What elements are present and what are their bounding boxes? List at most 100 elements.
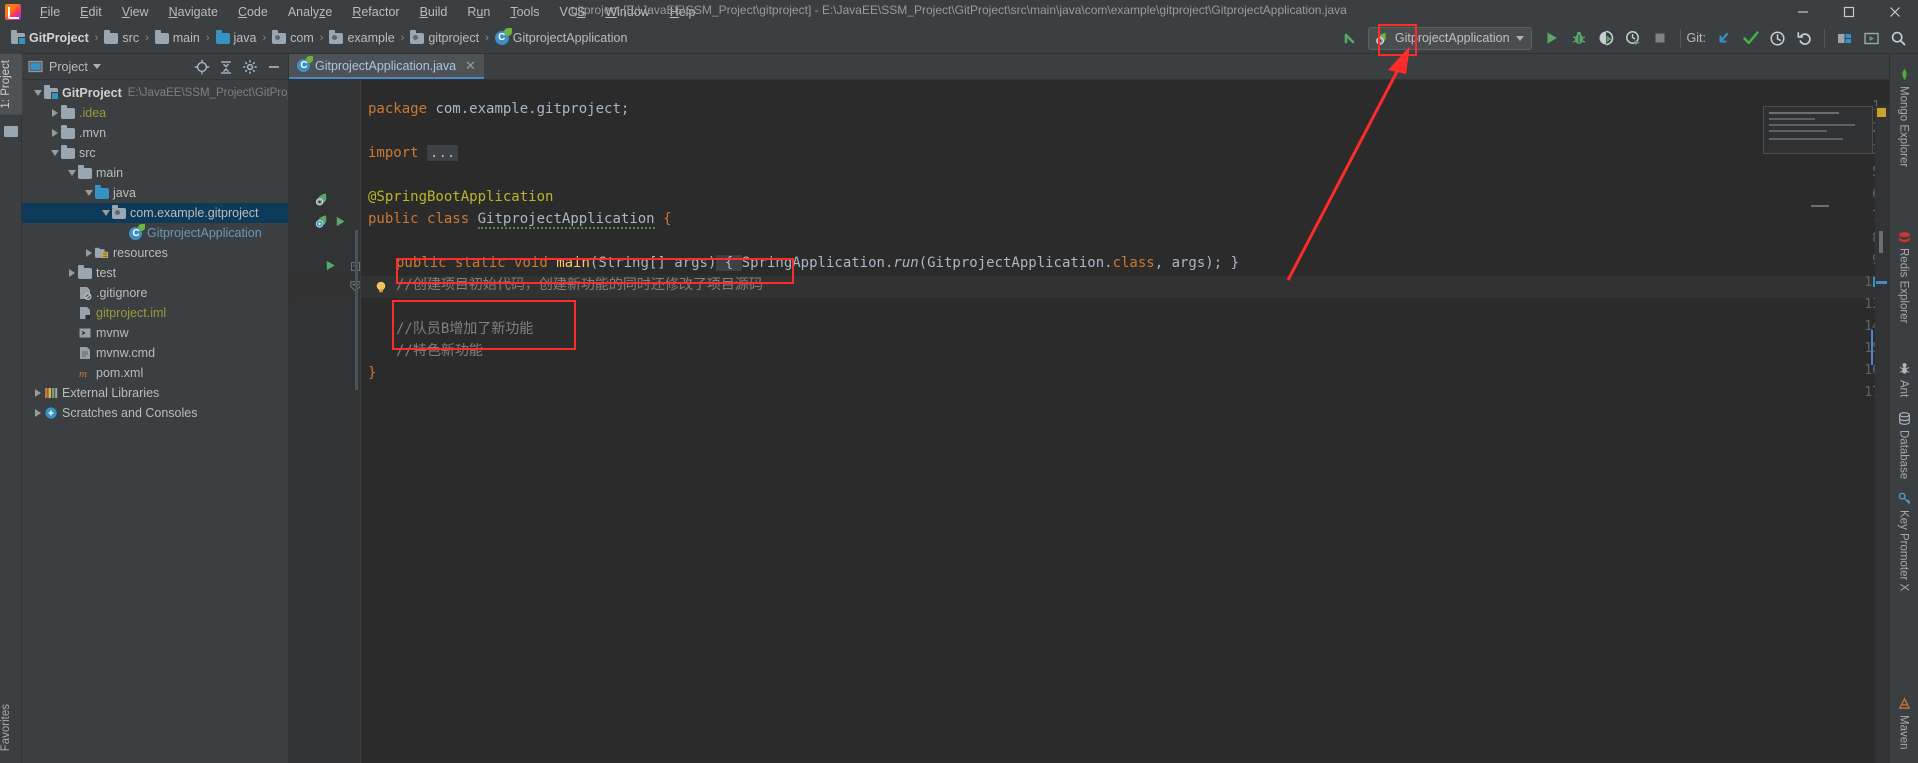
scrollbar-thumb[interactable]	[1879, 231, 1883, 253]
sidebar-tab-database[interactable]: Database	[1890, 404, 1917, 486]
run-with-coverage-button[interactable]	[1593, 25, 1620, 52]
chevron-right-icon[interactable]	[49, 103, 61, 123]
tree-item-idea[interactable]: .idea	[22, 103, 288, 123]
project-structure-button[interactable]	[1831, 25, 1858, 52]
back-arrow-icon[interactable]	[1337, 25, 1364, 52]
menu-item-refactor[interactable]: Refactor	[342, 3, 409, 21]
tree-item-main[interactable]: main	[22, 163, 288, 183]
sidebar-tab-favorites[interactable]: Favorites	[0, 698, 22, 757]
tree-item-com-example-gitproject[interactable]: com.example.gitproject	[22, 203, 288, 223]
close-icon[interactable]: ✕	[465, 58, 476, 74]
tree-item-external-libraries[interactable]: External Libraries	[22, 383, 288, 403]
menu-item-window[interactable]: Window	[595, 3, 659, 21]
sidebar-tab-mongo-explorer[interactable]: Mongo Explorer	[1890, 60, 1917, 174]
sidebar-tab-ant[interactable]: Ant	[1890, 354, 1917, 404]
breadcrumb-separator: ›	[205, 32, 210, 44]
breadcrumb-item-gitproject[interactable]: GitProject	[8, 29, 92, 46]
git-update-project-button[interactable]	[1710, 25, 1737, 52]
chevron-right-icon[interactable]	[49, 123, 61, 143]
editor-tab-gitprojectapplication[interactable]: GitprojectApplication.java ✕	[289, 54, 484, 79]
menu-item-build[interactable]: Build	[410, 3, 458, 21]
sidebar-tab-redis-explorer[interactable]: Redis Explorer	[1890, 222, 1917, 330]
run-configuration-selector[interactable]: GitprojectApplication	[1367, 26, 1532, 50]
sidebar-tab-maven[interactable]: Maven	[1890, 689, 1917, 757]
chevron-right-icon[interactable]	[83, 243, 95, 263]
tree-item-label: mvnw.cmd	[96, 346, 156, 360]
chevron-down-icon[interactable]	[66, 163, 78, 183]
chevron-down-icon[interactable]	[32, 83, 44, 103]
chevron-down-icon[interactable]	[83, 183, 95, 203]
maximize-button[interactable]	[1826, 0, 1872, 23]
tree-item-gitignore[interactable]: .gitignore	[22, 283, 288, 303]
chevron-down-icon[interactable]	[100, 203, 112, 223]
chevron-right-icon[interactable]	[66, 263, 78, 283]
minimize-button[interactable]	[1780, 0, 1826, 23]
source-folder-icon	[95, 184, 109, 200]
git-commit-button[interactable]	[1737, 25, 1764, 52]
breadcrumb-item-class[interactable]: GitprojectApplication	[492, 28, 631, 46]
code-text[interactable]: package com.example.gitproject; import .…	[360, 80, 1889, 763]
breadcrumb-item-src[interactable]: src	[101, 29, 142, 46]
tree-item-test[interactable]: test	[22, 263, 288, 283]
settings-gear-icon[interactable]	[242, 59, 258, 75]
tree-item-resources[interactable]: resources	[22, 243, 288, 263]
profiler-button[interactable]	[1620, 25, 1647, 52]
tree-item-mvnw-cmd[interactable]: mvnw.cmd	[22, 343, 288, 363]
tree-item-java[interactable]: java	[22, 183, 288, 203]
chevron-down-icon[interactable]	[92, 64, 101, 69]
menu-item-tools[interactable]: Tools	[500, 3, 549, 21]
locate-file-icon[interactable]	[194, 59, 210, 75]
select-in-button[interactable]	[1858, 25, 1885, 52]
chevron-down-icon[interactable]	[49, 143, 61, 163]
run-button[interactable]	[1539, 25, 1566, 52]
breadcrumb-item-com[interactable]: com	[269, 29, 317, 46]
menu-item-view[interactable]: View	[112, 3, 159, 21]
breadcrumb-item-java[interactable]: java	[213, 29, 260, 46]
hide-panel-icon[interactable]	[266, 59, 282, 75]
menu-item-navigate[interactable]: Navigate	[159, 3, 228, 21]
code-editor[interactable]: 12356789121314151617	[289, 80, 1889, 763]
editor-gutter[interactable]	[289, 80, 360, 763]
spring-bean-gutter-icon[interactable]	[314, 192, 329, 212]
package-icon	[329, 29, 344, 44]
tree-item-gitproject[interactable]: GitProject E:\JavaEE\SSM_Project\GitProj	[22, 83, 288, 103]
debug-button[interactable]	[1566, 25, 1593, 52]
tree-item-scratches-and-consoles[interactable]: Scratches and Consoles	[22, 403, 288, 423]
menu-item-edit[interactable]: Edit	[70, 3, 112, 21]
tree-no-arrow	[117, 223, 129, 243]
tree-item-gitprojectapplication[interactable]: GitprojectApplication	[22, 223, 288, 243]
tree-item-pom-xml[interactable]: m pom.xml	[22, 363, 288, 383]
chevron-right-icon[interactable]	[32, 383, 44, 403]
menu-item-help[interactable]: Help	[660, 3, 706, 21]
breadcrumb-item-gitproject-pkg[interactable]: gitproject	[407, 29, 482, 46]
editor-marker-scrollbar[interactable]	[1875, 106, 1889, 763]
sidebar-tab-favorites-label: Favorites	[0, 703, 12, 751]
git-history-button[interactable]	[1764, 25, 1791, 52]
breadcrumb-item-example[interactable]: example	[326, 29, 397, 46]
stop-button[interactable]	[1647, 25, 1674, 52]
sidebar-tab-key-promoter-x[interactable]: Key Promoter X	[1890, 484, 1917, 598]
menu-item-vcs[interactable]: VCS	[550, 3, 596, 21]
menu-item-run[interactable]: Run	[457, 3, 500, 21]
tree-item-label: java	[113, 186, 136, 200]
menu-item-file[interactable]: File	[30, 3, 70, 21]
tree-item-src[interactable]: src	[22, 143, 288, 163]
run-method-gutter-icon[interactable]	[324, 259, 337, 277]
menu-item-analyze[interactable]: Analyze	[278, 3, 342, 21]
spring-config-gutter-icon[interactable]	[314, 214, 329, 234]
breadcrumb-item-main[interactable]: main	[152, 29, 203, 46]
git-revert-button[interactable]	[1791, 25, 1818, 52]
close-button[interactable]	[1872, 0, 1918, 23]
tree-item-gitproject-iml[interactable]: gitproject.iml	[22, 303, 288, 323]
intellij-idea-window: File Edit View Navigate Code Analyze Ref…	[0, 0, 1918, 763]
menu-item-code[interactable]: Code	[228, 3, 278, 21]
chevron-right-icon[interactable]	[32, 403, 44, 423]
search-everywhere-button[interactable]	[1885, 25, 1912, 52]
tree-item-mvn[interactable]: .mvn	[22, 123, 288, 143]
folder-icon	[154, 29, 169, 44]
tree-no-arrow	[66, 303, 78, 323]
sidebar-tab-project[interactable]: 1: Project	[0, 54, 22, 115]
tree-item-mvnw[interactable]: mvnw	[22, 323, 288, 343]
collapse-all-icon[interactable]	[218, 59, 234, 75]
run-class-gutter-icon[interactable]	[334, 215, 347, 233]
